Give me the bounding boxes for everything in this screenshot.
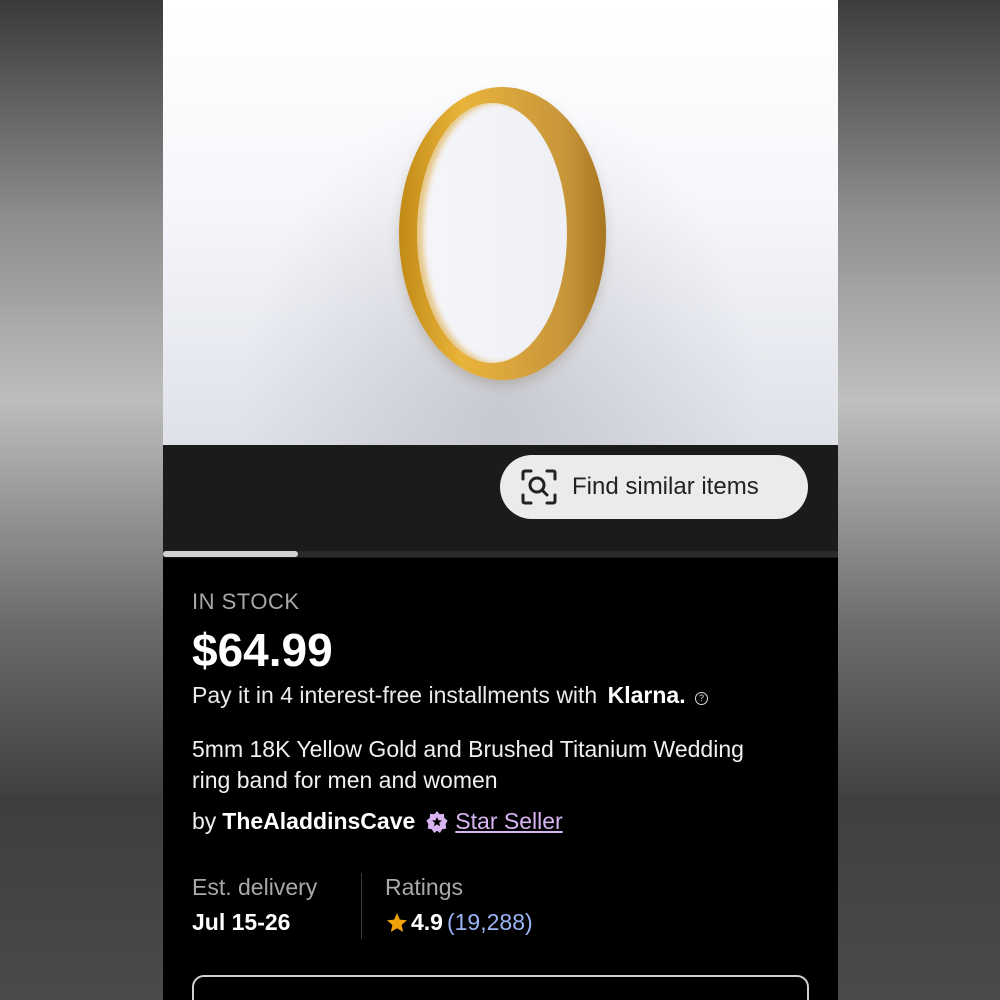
klarna-logo: Klarna.	[607, 682, 686, 708]
star-seller-badge-icon	[426, 810, 448, 833]
rating-count: (19,288)	[446, 909, 533, 935]
background-blur-right	[838, 0, 1000, 1000]
find-similar-button[interactable]: Find similar items	[500, 455, 808, 519]
delivery-label: Est. delivery	[192, 874, 318, 900]
ratings-label: Ratings	[385, 874, 463, 900]
visual-search-icon	[521, 469, 557, 505]
find-similar-label: Find similar items	[572, 473, 759, 500]
rating-score: 4.9	[411, 909, 443, 935]
background-blur-left	[0, 0, 163, 1000]
gallery-progress	[163, 551, 838, 557]
star-icon	[387, 912, 407, 932]
ring-inner-hole	[417, 103, 567, 363]
help-icon[interactable]: ?	[694, 692, 708, 705]
seller-prefix: by	[192, 808, 217, 834]
stock-status: IN STOCK	[192, 589, 300, 614]
listing-title: 5mm 18K Yellow Gold and Brushed Titanium…	[192, 736, 744, 793]
star-seller-link[interactable]: Star Seller	[455, 808, 562, 835]
installments-text: Pay it in 4 interest-free installments w…	[192, 682, 598, 708]
seller-line: by TheAladdinsCave Star Seller	[192, 808, 563, 835]
listing-screen: Find similar items IN STOCK $64.99 Pay i…	[163, 0, 838, 1000]
ratings-value[interactable]: 4.9 (19,288)	[385, 909, 533, 936]
seller-name-link[interactable]: TheAladdinsCave	[222, 808, 415, 835]
stats-divider	[361, 873, 362, 939]
klarna-installments[interactable]: Pay it in 4 interest-free installments w…	[192, 682, 708, 709]
gallery-progress-fill	[163, 551, 298, 557]
price: $64.99	[192, 624, 333, 676]
product-image[interactable]	[163, 0, 838, 445]
listing-info-panel: IN STOCK $64.99 Pay it in 4 interest-fre…	[163, 558, 838, 1000]
next-section-box[interactable]	[192, 975, 809, 1000]
delivery-value: Jul 15-26	[192, 909, 291, 935]
